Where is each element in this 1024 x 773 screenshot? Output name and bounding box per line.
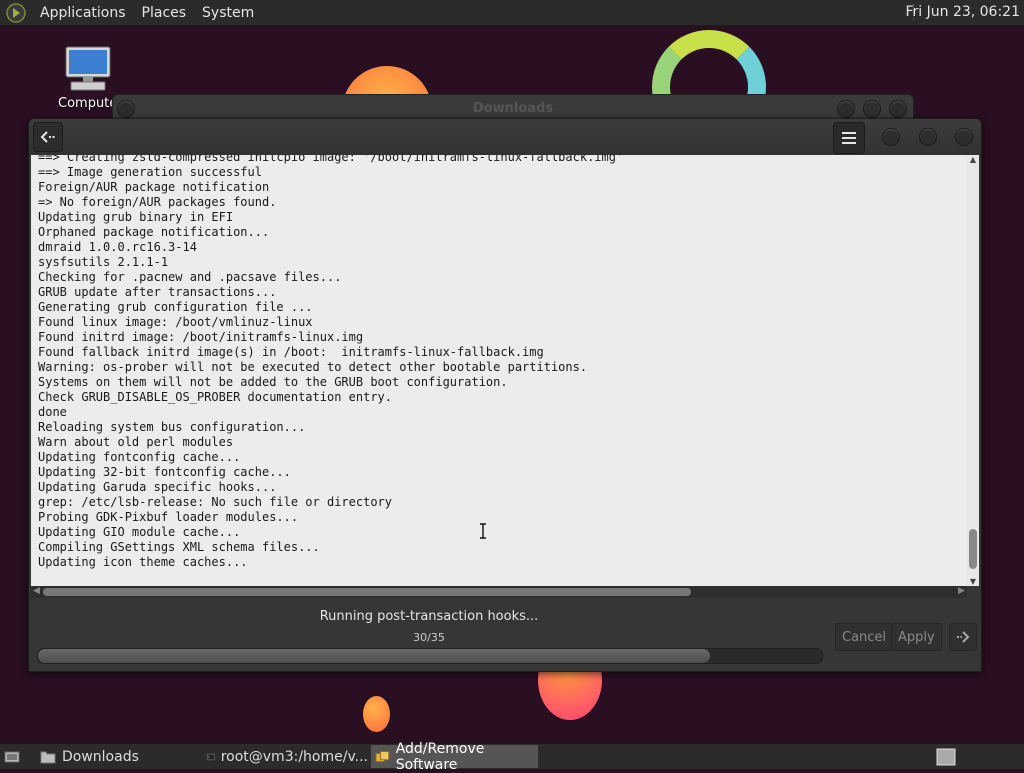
terminal-line: ==> Image generation successful [38,165,262,179]
back-button[interactable] [33,122,63,152]
terminal-line: Probing GDK-Pixbuf loader modules... [38,510,299,524]
terminal-line: Warn about old perl modules [38,435,234,449]
task-terminal[interactable]: root@vm3:/home/v... [203,745,368,768]
terminal-line: Check GRUB_DISABLE_OS_PROBER documentati… [38,390,393,404]
back-arrow-icon [40,131,55,143]
task-add-remove-software[interactable]: Add/Remove Software [371,741,538,773]
terminal-line: Foreign/AUR package notification [38,180,270,194]
scroll-left-arrow-icon[interactable]: ◀ [33,586,40,596]
terminal-line: Found initrd image: /boot/initramfs-linu… [38,330,364,344]
task-downloads[interactable]: Downloads [36,745,196,768]
workspace-icon [936,748,956,765]
hamburger-icon [842,132,856,144]
desktop-icon-computer[interactable]: Computer [58,46,123,111]
horizontal-scrollbar[interactable]: ◀ ▶ [31,586,967,598]
scrollbar-thumb[interactable] [43,588,691,596]
cancel-button[interactable]: Cancel [835,623,894,651]
computer-icon [65,46,111,91]
close-icon[interactable] [955,128,973,146]
terminal-line: Generating grub configuration file ... [38,300,313,314]
terminal-line: Found fallback initrd image(s) in /boot:… [38,345,544,359]
maximize-icon[interactable] [863,100,881,118]
minimize-icon[interactable] [882,128,900,146]
vertical-scrollbar[interactable]: ▲ ▼ [967,155,979,586]
terminal-line: dmraid 1.0.0.rc16.3-14 [38,240,197,254]
terminal-line: Updating 32-bit fontconfig cache... [38,465,291,479]
header-bar [29,119,981,155]
task-label: Downloads [62,748,139,765]
close-icon[interactable] [889,100,907,118]
show-desktop-icon [4,751,20,762]
show-desktop-button[interactable] [0,745,30,768]
window-title: Downloads [472,101,554,116]
menu-applications[interactable]: Applications [32,5,134,21]
desktop-icon-label: Computer [58,96,123,111]
scroll-right-arrow-icon[interactable]: ▶ [958,586,965,596]
progress-bar-fill [38,649,710,663]
terminal-line: GRUB update after transactions... [38,285,277,299]
clock[interactable]: Fri Jun 23, 06:21 [905,4,1020,20]
menu-places[interactable]: Places [134,5,195,21]
terminal-line: Orphaned package notification... [38,225,270,239]
transaction-status: Running post-transaction hooks... [319,609,539,624]
details-button[interactable] [949,623,977,651]
distro-logo-icon[interactable] [6,2,26,23]
terminal-line: grep: /etc/lsb-release: No such file or … [38,495,393,509]
package-icon [375,750,390,762]
progress-bar [37,648,823,664]
terminal-line: Updating grub binary in EFI [38,210,234,224]
terminal-line: Updating fontconfig cache... [38,450,241,464]
software-manager-window: ==> Creating zstd-compressed initcpio im… [28,118,982,672]
menu-button[interactable] [833,122,865,154]
terminal-line: Updating Garuda specific hooks... [38,480,277,494]
terminal-line: sysfsutils 2.1.1-1 [38,255,169,269]
top-panel: Applications Places System Fri Jun 23, 0… [0,0,1024,26]
terminal-line: ==> Creating zstd-compressed initcpio im… [38,155,624,164]
apply-button[interactable]: Apply [891,623,942,651]
terminal-icon [207,753,215,760]
terminal-line: Checking for .pacnew and .pacsave files.… [38,270,342,284]
menu-system[interactable]: System [194,5,262,21]
terminal-line: => No foreign/AUR packages found. [38,195,277,209]
forward-arrow-icon [957,631,970,643]
progress-count: 30/35 [413,631,445,644]
scrollbar-thumb[interactable] [969,529,977,569]
terminal-line: Updating GIO module cache... [38,525,241,539]
bottom-taskbar: Downloads root@vm3:/home/v... Add/Remove… [0,741,1024,773]
terminal-output: ==> Creating zstd-compressed initcpio im… [38,155,623,570]
scroll-up-arrow-icon[interactable]: ▲ [967,155,979,164]
text-cursor-icon [480,523,486,539]
minimize-icon[interactable] [837,100,855,118]
workspace-switcher[interactable] [936,745,960,768]
wallpaper-orb [363,696,390,732]
task-label: root@vm3:/home/v... [220,748,368,765]
output-terminal[interactable]: ==> Creating zstd-compressed initcpio im… [31,155,967,586]
terminal-line: Found linux image: /boot/vmlinuz-linux [38,315,313,329]
terminal-line: done [38,405,67,419]
terminal-line: Warning: os-prober will not be executed … [38,360,588,374]
scroll-down-arrow-icon[interactable]: ▼ [967,577,979,586]
terminal-line: Reloading system bus configuration... [38,420,306,434]
terminal-line: Updating icon theme caches... [38,555,248,569]
terminal-line: Compiling GSettings XML schema files... [38,540,320,554]
terminal-line: Systems on them will not be added to the… [38,375,508,389]
maximize-icon[interactable] [919,128,937,146]
folder-icon [40,751,56,763]
